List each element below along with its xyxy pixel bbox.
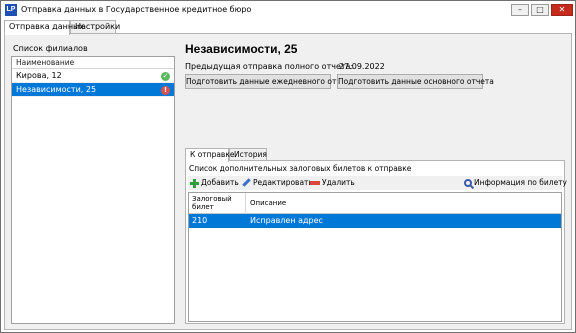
column-header-ticket[interactable]: Залоговый билет — [192, 195, 242, 211]
branches-column-header[interactable]: Наименование — [12, 57, 174, 69]
tab-send-data[interactable]: Отправка данных — [4, 20, 84, 35]
search-icon — [464, 179, 472, 187]
branch-row[interactable]: Кирова, 12 ✓ — [12, 69, 174, 83]
tab-to-send[interactable]: К отправке — [185, 148, 235, 162]
branch-name: Независимости, 25 — [16, 85, 97, 94]
add-label: Добавить — [201, 178, 239, 187]
edit-label: Редактировать — [253, 178, 313, 187]
branch-row-selected[interactable]: Независимости, 25 ! — [12, 83, 174, 97]
column-header-description[interactable]: Описание — [250, 199, 286, 207]
maximize-button[interactable]: □ — [531, 4, 549, 16]
pledge-toolbar: Добавить Редактировать Удалить Информаци… — [188, 176, 567, 190]
table-row[interactable]: 210 Исправлен адрес — [189, 214, 561, 228]
error-circle-icon: ! — [161, 86, 170, 95]
branch-title: Независимости, 25 — [185, 42, 298, 56]
minimize-button[interactable]: – — [511, 4, 529, 16]
ticket-info-label: Информация по билету — [474, 178, 567, 187]
delete-label: Удалить — [322, 178, 355, 187]
delete-button[interactable]: Удалить — [310, 177, 355, 189]
to-send-tab-content: Список дополнительных залоговых билетов … — [185, 160, 567, 324]
title-bar: LP Отправка данных в Государственное кре… — [1, 1, 575, 19]
prev-report-date: 27.09.2022 — [339, 62, 385, 71]
main-tab-content: Список филиалов Наименование Кирова, 12 … — [4, 33, 572, 330]
add-button[interactable]: Добавить — [190, 177, 239, 189]
pencil-icon — [242, 177, 251, 187]
column-divider[interactable] — [245, 193, 246, 214]
branches-panel: Список филиалов Наименование Кирова, 12 … — [9, 38, 177, 326]
branch-detail-panel: Независимости, 25 Предыдущая отправка по… — [183, 38, 568, 326]
prepare-main-report-button[interactable]: Подготовить данные основного отчета — [337, 74, 494, 89]
window-title: Отправка данных в Государственное кредит… — [21, 5, 252, 14]
pledge-list-label: Список дополнительных залоговых билетов … — [189, 164, 412, 173]
prev-report-label: Предыдущая отправка полного отчета: — [185, 62, 354, 71]
description-cell: Исправлен адрес — [250, 216, 323, 225]
ticket-cell: 210 — [192, 216, 208, 225]
branches-group-label: Список филиалов — [13, 44, 88, 53]
branch-name: Кирова, 12 — [16, 71, 62, 80]
ticket-info-button[interactable]: Информация по билету — [464, 177, 567, 189]
close-button[interactable]: ✕ — [551, 4, 573, 16]
pledge-grid-header: Залоговый билет Описание — [189, 193, 561, 214]
app-window: LP Отправка данных в Государственное кре… — [0, 0, 576, 333]
pledge-grid[interactable]: Залоговый билет Описание 210 Исправлен а… — [188, 192, 562, 322]
plus-icon — [190, 178, 199, 188]
app-logo-icon: LP — [5, 4, 17, 16]
edit-button[interactable]: Редактировать — [242, 177, 313, 189]
check-circle-icon: ✓ — [161, 72, 170, 81]
minus-icon — [310, 181, 320, 185]
branches-list[interactable]: Наименование Кирова, 12 ✓ Независимости,… — [11, 56, 175, 324]
prepare-daily-report-button[interactable]: Подготовить данные ежедневного отчета — [185, 74, 354, 89]
